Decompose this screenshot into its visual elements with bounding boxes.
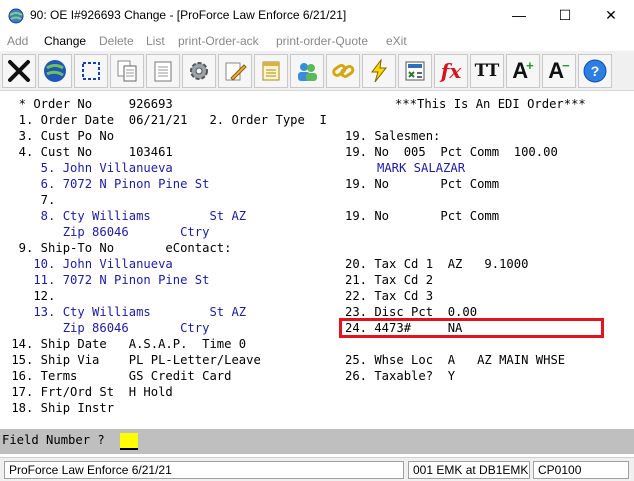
freight-order-status-line[interactable]: 17. Frt/Ord St H Hold — [4, 384, 172, 400]
terms-line[interactable]: 16. Terms GS Credit Card — [4, 368, 231, 384]
bill-to-address[interactable]: 6. 7072 N Pinon Pine St — [4, 176, 210, 192]
gear-icon — [190, 62, 208, 80]
help-icon: ? — [583, 59, 607, 83]
ship-via-line[interactable]: 15. Ship Via PL PL-Letter/Leave — [4, 352, 260, 368]
tax-code-2-line[interactable]: 21. Tax Cd 2 — [345, 272, 433, 288]
tax-code-3-line[interactable]: 22. Tax Cd 3 — [345, 288, 433, 304]
ship-date-line[interactable]: 14. Ship Date A.S.A.P. Time 0 — [4, 336, 246, 352]
settings-button[interactable] — [182, 54, 216, 88]
font-increase-button[interactable]: A + — [506, 54, 540, 88]
minus-icon: − — [562, 57, 570, 73]
power-button[interactable] — [362, 54, 396, 88]
bill-to-name[interactable]: 5. John Villanueva — [4, 160, 173, 176]
menu-change[interactable]: Change — [44, 34, 86, 48]
ship-to-name[interactable]: 10. John Villanueva — [4, 256, 172, 272]
prompt-label: Field Number ? — [2, 433, 105, 447]
cust-no-line[interactable]: 4. Cust No 103461 — [4, 144, 173, 160]
status-code: CP0100 — [533, 461, 629, 479]
menu-list[interactable]: List — [146, 34, 165, 48]
bill-to-zip: Zip 86046 Ctry — [4, 225, 210, 239]
salesman-3-line[interactable]: 19. No Pct Comm — [345, 208, 499, 224]
pencil-icon — [225, 62, 247, 81]
salesman-2-line[interactable]: 19. No Pct Comm — [345, 176, 499, 192]
status-user: 001 EMK at DB1EMK — [408, 461, 530, 479]
field-number-input[interactable] — [120, 433, 138, 450]
status-company: ProForce Law Enforce 6/21/21 — [4, 461, 404, 479]
font-tt-icon: TT — [474, 61, 500, 81]
app-globe-icon — [8, 8, 24, 24]
help-question-mark: ? — [591, 63, 600, 79]
order-no-line: * Order No 926693 — [4, 97, 173, 111]
ship-to-address-2[interactable]: 12. — [4, 288, 55, 304]
warehouse-location-line[interactable]: 25. Whse Loc A AZ MAIN WHSE — [345, 352, 565, 368]
taxable-line[interactable]: 26. Taxable? Y — [345, 368, 455, 384]
globe-button[interactable] — [38, 54, 72, 88]
close-x-icon — [8, 60, 30, 82]
paste-button[interactable] — [146, 54, 180, 88]
edit-button[interactable] — [218, 54, 252, 88]
ship-to-no-line[interactable]: 9. Ship-To No eContact: — [4, 240, 232, 256]
window-title: 90: OE I#926693 Change - [ProForce Law E… — [30, 8, 347, 22]
close-button[interactable]: ✕ — [588, 0, 634, 31]
cust-po-line[interactable]: 3. Cust Po No — [4, 128, 114, 144]
menu-print-order-quote[interactable]: print-order-Quote — [276, 34, 368, 48]
salesmen-header: 19. Salesmen: — [345, 129, 441, 143]
help-button[interactable]: ? — [578, 54, 612, 88]
salesman-1-line[interactable]: 19. No 005 Pct Comm 100.00 — [345, 144, 558, 160]
users-button[interactable] — [290, 54, 324, 88]
ship-instructions-line[interactable]: 18. Ship Instr — [4, 400, 114, 416]
maximize-button[interactable]: ☐ — [542, 0, 588, 31]
ship-to-city[interactable]: 13. Cty Williams St AZ — [4, 304, 246, 320]
ship-to-zip: Zip 86046 Ctry — [4, 321, 210, 335]
copy-button[interactable] — [110, 54, 144, 88]
link-button[interactable] — [326, 54, 360, 88]
minimize-button[interactable]: — — [496, 0, 542, 31]
globe-icon — [44, 60, 66, 82]
highlight-annotation-box — [339, 318, 604, 338]
order-entry-screen: * Order No 926693 ***This Is An EDI Orde… — [0, 92, 634, 429]
calculator-button[interactable] — [398, 54, 432, 88]
select-button[interactable] — [74, 54, 108, 88]
chain-link-icon — [332, 63, 355, 78]
users-icon — [298, 63, 317, 81]
toolbar: fx TT A + A − ? — [0, 51, 634, 91]
menu-print-order-ack[interactable]: print-Order-ack — [178, 34, 259, 48]
font-button[interactable]: TT — [470, 54, 504, 88]
exit-button[interactable] — [2, 54, 36, 88]
bill-to-city[interactable]: 8. Cty Williams St AZ — [4, 208, 246, 224]
paste-icon — [154, 61, 172, 82]
lightning-icon — [371, 58, 388, 83]
menu-delete[interactable]: Delete — [99, 34, 134, 48]
status-bar: ProForce Law Enforce 6/21/21 001 EMK at … — [0, 457, 634, 481]
title-bar: 90: OE I#926693 Change - [ProForce Law E… — [0, 0, 634, 31]
order-date-line[interactable]: 1. Order Date 06/21/21 2. Order Type I — [4, 112, 327, 128]
edi-order-notice: ***This Is An EDI Order*** — [395, 97, 586, 111]
salesman-name: MARK SALAZAR — [377, 161, 466, 175]
font-decrease-button[interactable]: A − — [542, 54, 576, 88]
menu-exit[interactable]: eXit — [386, 34, 407, 48]
menu-bar: Add Change Delete List print-Order-ack p… — [0, 31, 634, 51]
calculator-icon — [405, 61, 425, 81]
bill-to-address-2[interactable]: 7. — [4, 192, 56, 208]
notes-button[interactable] — [254, 54, 288, 88]
tax-code-1-line[interactable]: 20. Tax Cd 1 AZ 9.1000 — [345, 256, 528, 272]
ship-to-address[interactable]: 11. 7072 N Pinon Pine St — [4, 272, 209, 288]
plus-icon: + — [526, 57, 534, 73]
copy-icon — [117, 60, 137, 82]
function-button[interactable]: fx — [434, 54, 468, 88]
menu-add[interactable]: Add — [7, 34, 28, 48]
function-fx-icon: fx — [440, 59, 462, 83]
notepad-icon — [262, 61, 280, 81]
field-number-prompt: Field Number ? — [0, 429, 634, 454]
selection-rectangle-icon — [82, 62, 100, 80]
